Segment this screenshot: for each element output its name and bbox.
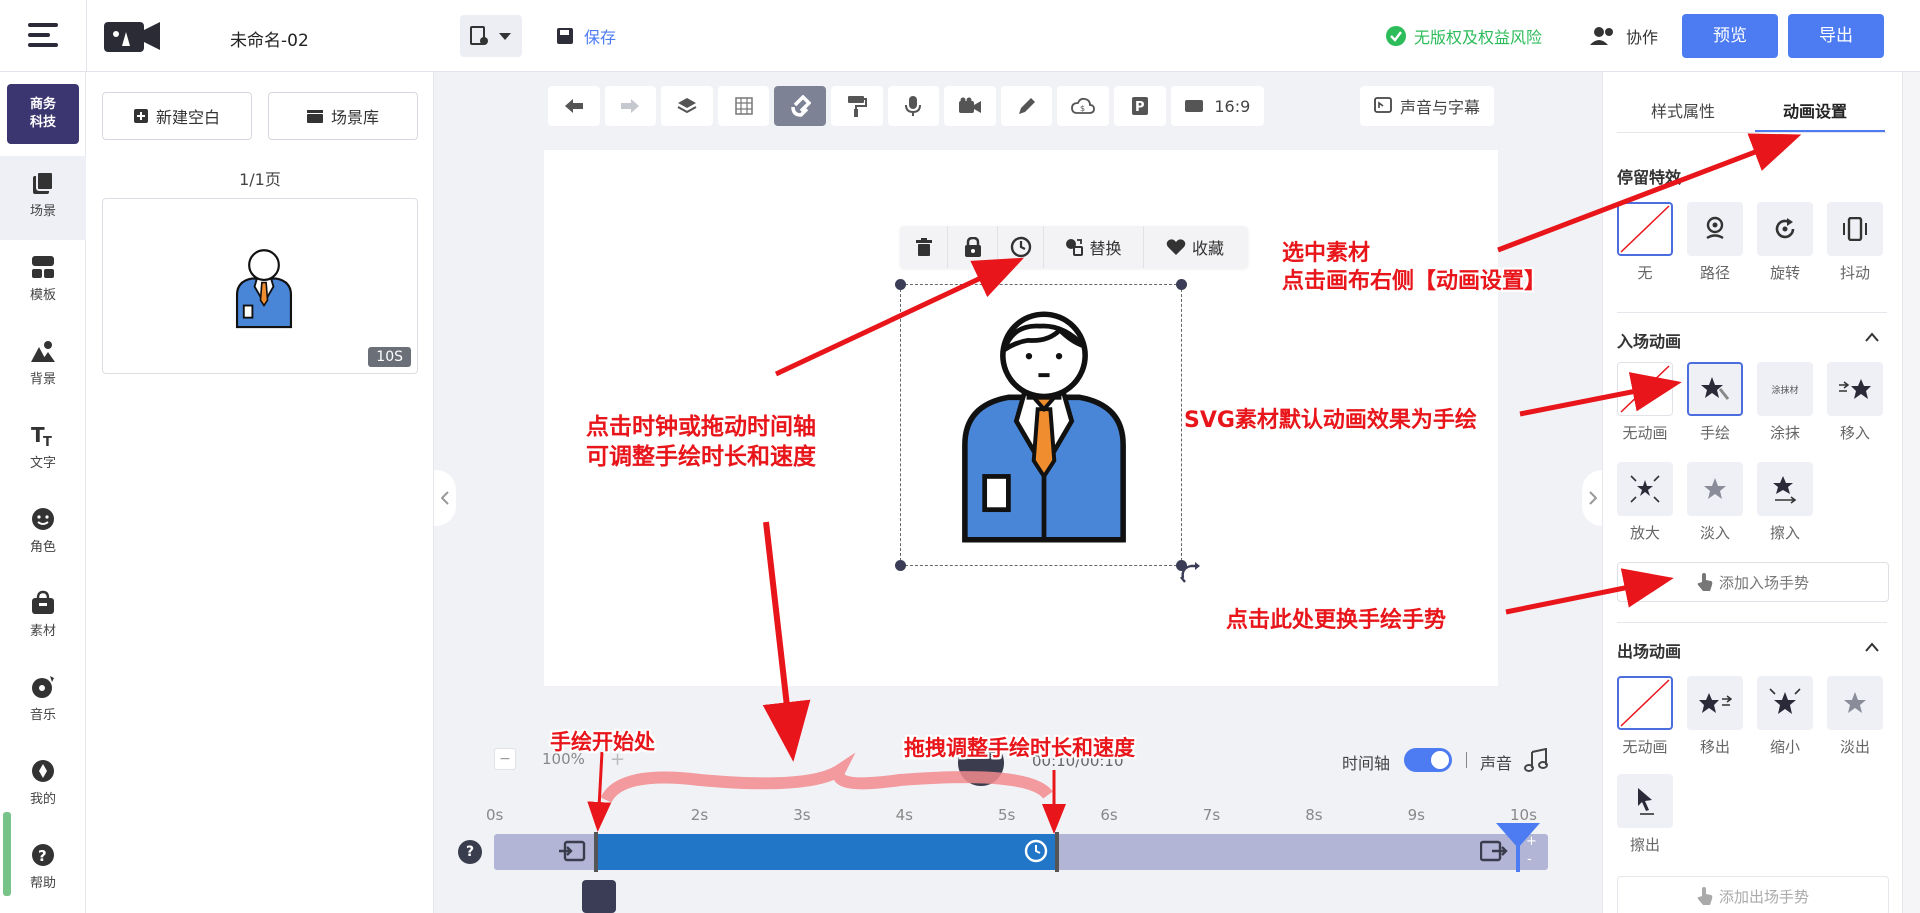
annotation-line: 选中素材 bbox=[1282, 241, 1371, 266]
annotation-line: 可调整手绘时长和速度 bbox=[586, 444, 816, 470]
annotation-arrows bbox=[587, 133, 1802, 834]
annotation-drag-adjust: 拖拽调整手绘时长和速度 bbox=[904, 736, 1135, 760]
annotation-select-material: 选中素材 点击画布右侧【动画设置】 bbox=[1282, 240, 1546, 296]
annotation-line: 点击时钟或拖动时间轴 bbox=[586, 414, 816, 440]
annotation-draw-start: 手绘开始处 bbox=[550, 730, 655, 754]
annotation-svg-default: SVG素材默认动画效果为手绘 bbox=[1184, 408, 1477, 433]
annotation-line: 点击画布右侧【动画设置】 bbox=[1282, 269, 1547, 294]
annotation-click-clock: 点击时钟或拖动时间轴 可调整手绘时长和速度 bbox=[586, 412, 816, 472]
annotation-change-gesture: 点击此处更换手绘手势 bbox=[1226, 608, 1447, 633]
